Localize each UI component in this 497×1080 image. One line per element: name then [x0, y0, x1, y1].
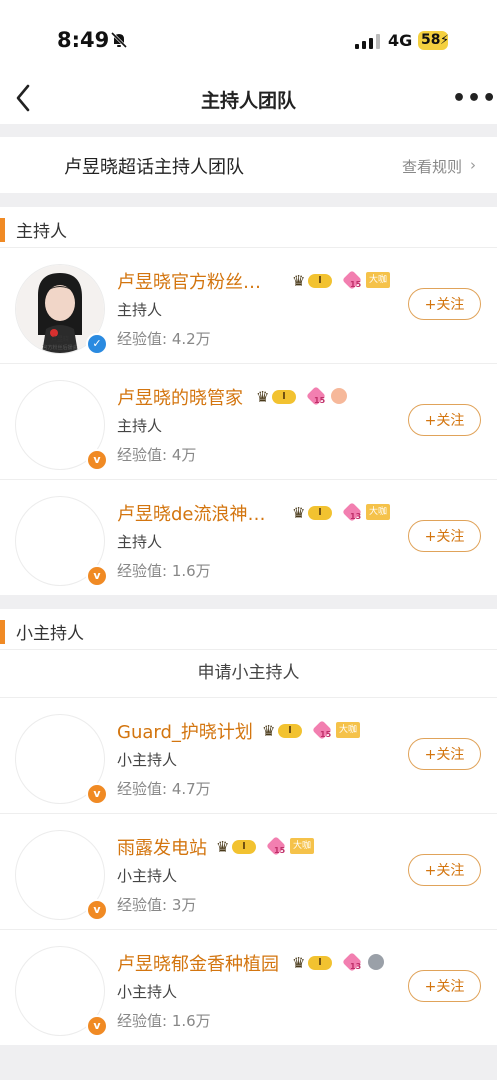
section-title: 主持人: [16, 222, 67, 242]
team-banner: 卢昱晓超话主持人团队 查看规则 ›: [0, 137, 497, 193]
sub-host-row[interactable]: v Guard_护晓计划 ♛ I 15 大咖 小主持人 经验值: 4.7万 +关注: [0, 697, 497, 814]
sub-host-row[interactable]: v 卢昱晓郁金香种植园 ♛ I 13 小主持人 经验值: 1.6万 +关注: [0, 929, 497, 1046]
section-title: 小主持人: [16, 624, 84, 644]
signal-icon: [355, 34, 380, 49]
experience-value: 经验值: 4万: [117, 446, 197, 464]
silent-bell-icon: [110, 31, 128, 49]
section-accent-bar: [0, 620, 5, 644]
verified-badge-icon: v: [86, 449, 108, 471]
role-label: 主持人: [117, 533, 163, 551]
sub-host-row[interactable]: v 雨露发电站 ♛ I 15 大咖 小主持人 经验值: 3万 +关注: [0, 813, 497, 930]
section-accent-bar: [0, 218, 5, 242]
status-bar: 8:49 4G 58 ⚡: [0, 0, 497, 80]
verified-badge-icon: v: [86, 783, 108, 805]
role-label: 主持人: [117, 417, 163, 435]
svg-text:卢昱晓: 卢昱晓: [51, 335, 69, 343]
gem-badge-icon: 13: [342, 502, 362, 522]
experience-value: 经验值: 1.6万: [117, 1012, 211, 1030]
status-time: 8:49: [57, 28, 110, 52]
gem-badge-icon: 15: [312, 720, 332, 740]
network-type: 4G: [388, 31, 413, 50]
more-options-icon[interactable]: •••: [452, 86, 497, 111]
hosts-section: 主持人 卢昱晓 官方粉丝后援会 ✓ 卢昱晓官方粉丝… ♛ I 15 大咖 主持人 …: [0, 207, 497, 595]
verified-badge-icon: ✓: [86, 333, 108, 355]
follow-button[interactable]: +关注: [408, 288, 481, 320]
apply-sub-host-button[interactable]: 申请小主持人: [0, 649, 497, 696]
follow-button[interactable]: +关注: [408, 404, 481, 436]
sub-hosts-section: 小主持人 申请小主持人 v Guard_护晓计划 ♛ I 15 大咖 小主持人 经…: [0, 609, 497, 1045]
host-name[interactable]: Guard_护晓计划: [117, 718, 253, 744]
role-label: 小主持人: [117, 751, 178, 769]
verified-badge-icon: v: [86, 1015, 108, 1037]
nav-bar: 主持人团队 •••: [0, 80, 497, 124]
host-row[interactable]: v 卢昱晓de流浪神… ♛ I 13 大咖 主持人 经验值: 1.6万 +关注: [0, 479, 497, 596]
gem-badge-icon: 15: [266, 836, 286, 856]
experience-value: 经验值: 3万: [117, 896, 197, 914]
section-header: 小主持人: [0, 609, 497, 649]
svg-text:官方粉丝后援会: 官方粉丝后援会: [42, 344, 77, 351]
experience-value: 经验值: 4.2万: [117, 330, 211, 348]
page-title: 主持人团队: [200, 90, 296, 112]
host-name[interactable]: 卢昱晓de流浪神…: [117, 500, 266, 526]
follow-button[interactable]: +关注: [408, 520, 481, 552]
host-name[interactable]: 雨露发电站: [117, 834, 207, 860]
chevron-right-icon[interactable]: ›: [470, 156, 476, 174]
host-name[interactable]: 卢昱晓的晓管家: [117, 384, 243, 410]
section-header: 主持人: [0, 207, 497, 247]
vip-tag: 大咖: [336, 722, 360, 738]
vip-tag: 大咖: [290, 838, 314, 854]
verified-badge-icon: v: [86, 565, 108, 587]
follow-button[interactable]: +关注: [408, 970, 481, 1002]
role-label: 小主持人: [117, 867, 178, 885]
charging-icon: ⚡: [440, 33, 450, 48]
avatar-sticker-icon: [331, 388, 347, 404]
follow-button[interactable]: +关注: [408, 738, 481, 770]
view-rules-link[interactable]: 查看规则: [402, 156, 462, 177]
avatar-sticker-icon: [368, 954, 384, 970]
host-name[interactable]: 卢昱晓郁金香种植园: [117, 950, 279, 976]
host-name[interactable]: 卢昱晓官方粉丝…: [117, 268, 261, 294]
follow-button[interactable]: +关注: [408, 854, 481, 886]
role-label: 小主持人: [117, 983, 178, 1001]
experience-value: 经验值: 1.6万: [117, 562, 211, 580]
host-row[interactable]: v 卢昱晓的晓管家 ♛ I 15 主持人 经验值: 4万 +关注: [0, 363, 497, 480]
host-row[interactable]: 卢昱晓 官方粉丝后援会 ✓ 卢昱晓官方粉丝… ♛ I 15 大咖 主持人 经验值:…: [0, 247, 497, 364]
gem-badge-icon: 13: [342, 952, 362, 972]
role-label: 主持人: [117, 301, 163, 319]
experience-value: 经验值: 4.7万: [117, 780, 211, 798]
gem-badge-icon: 15: [342, 270, 362, 290]
verified-badge-icon: v: [86, 899, 108, 921]
team-title: 卢昱晓超话主持人团队: [64, 157, 244, 178]
vip-tag: 大咖: [366, 272, 390, 288]
vip-tag: 大咖: [366, 504, 390, 520]
gem-badge-icon: 15: [306, 386, 326, 406]
